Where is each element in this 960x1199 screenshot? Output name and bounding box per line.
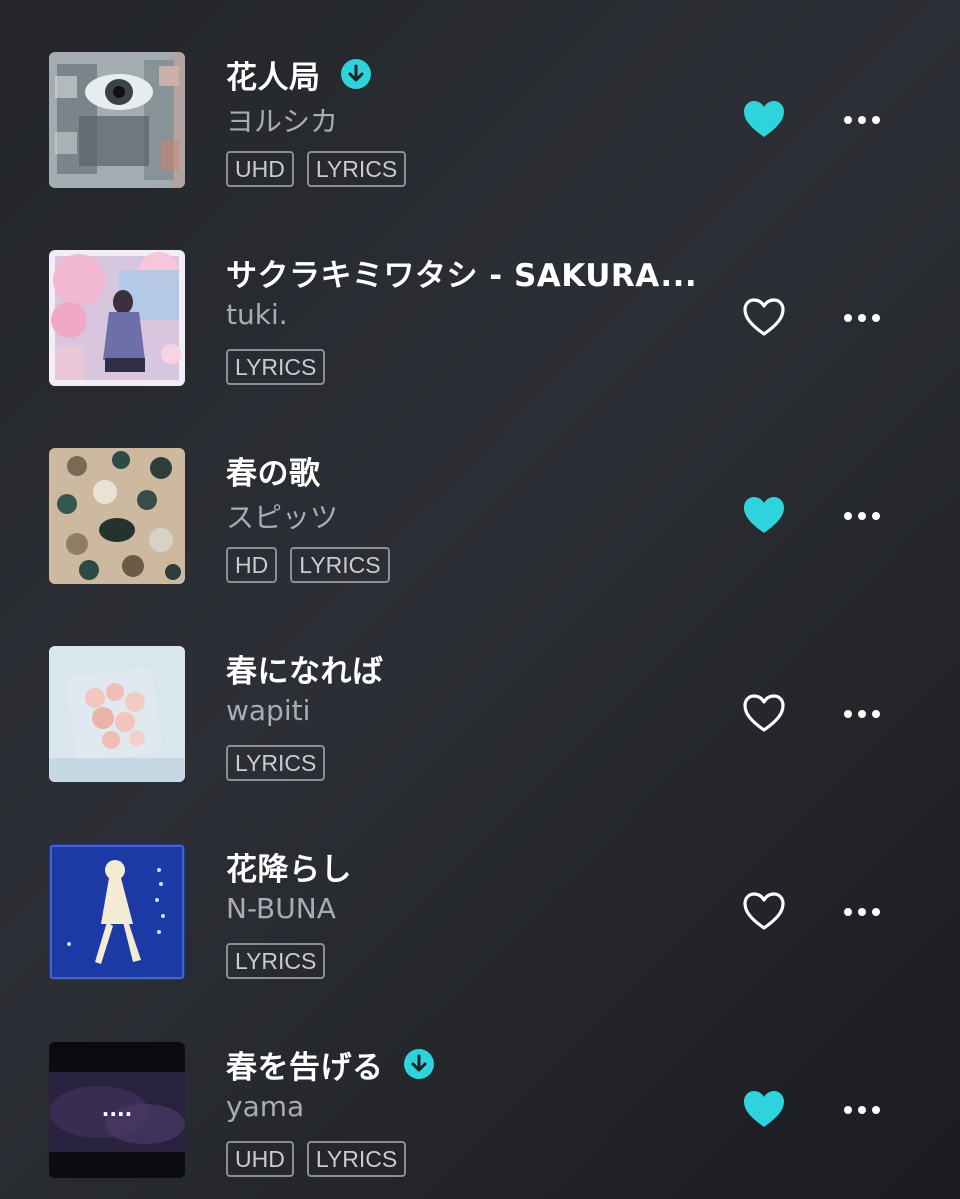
heart-outline-icon bbox=[743, 694, 785, 732]
track-list: 花人局 ヨルシカ UHD LYRICS サクラキミワタシ - SAKURA...… bbox=[0, 0, 960, 1199]
quality-badges: UHD LYRICS bbox=[226, 1141, 407, 1177]
album-art-overlay-text: .... bbox=[102, 1097, 132, 1121]
favorite-button[interactable] bbox=[741, 296, 787, 338]
track-title[interactable]: サクラキミワタシ - SAKURA... bbox=[226, 250, 697, 295]
track-artist[interactable]: N-BUNA bbox=[226, 892, 336, 925]
more-horizontal-icon bbox=[844, 314, 880, 322]
quality-badges: HD LYRICS bbox=[226, 547, 390, 583]
title-line: 春を告げる bbox=[226, 1042, 434, 1086]
track-artist[interactable]: yama bbox=[226, 1090, 304, 1123]
lyrics-badge: LYRICS bbox=[226, 943, 326, 979]
album-art-image bbox=[49, 646, 185, 782]
track-row[interactable]: .... 春を告げる yama UHD LYRICS bbox=[0, 990, 960, 1178]
more-horizontal-icon bbox=[844, 710, 880, 718]
lyrics-badge: LYRICS bbox=[226, 745, 326, 781]
album-art[interactable] bbox=[49, 844, 185, 980]
downloaded-icon bbox=[403, 1049, 434, 1079]
track-row[interactable]: 春になれば wapiti LYRICS bbox=[0, 594, 960, 782]
album-art-image bbox=[49, 844, 185, 980]
track-row[interactable]: 花人局 ヨルシカ UHD LYRICS bbox=[0, 0, 960, 188]
track-title[interactable]: 花降らし bbox=[226, 844, 352, 889]
more-options-button[interactable] bbox=[840, 300, 884, 336]
album-art[interactable] bbox=[49, 250, 185, 386]
heart-filled-icon bbox=[744, 101, 784, 137]
title-line: 花降らし bbox=[226, 844, 352, 888]
title-line: 春の歌 bbox=[226, 448, 321, 492]
more-options-button[interactable] bbox=[840, 498, 884, 534]
favorite-button[interactable] bbox=[741, 98, 787, 140]
quality-badges: UHD LYRICS bbox=[226, 151, 407, 187]
track-artist[interactable]: wapiti bbox=[226, 694, 310, 727]
more-horizontal-icon bbox=[844, 512, 880, 520]
heart-filled-icon bbox=[744, 1091, 784, 1127]
title-line: 春になれば bbox=[226, 646, 384, 690]
more-horizontal-icon bbox=[844, 1106, 880, 1114]
album-art-image bbox=[49, 250, 185, 386]
heart-outline-icon bbox=[743, 892, 785, 930]
album-art[interactable] bbox=[49, 52, 185, 188]
more-horizontal-icon bbox=[844, 116, 880, 124]
album-art-image bbox=[49, 448, 185, 584]
hd-badge: HD bbox=[226, 547, 278, 583]
track-title[interactable]: 春を告げる bbox=[226, 1042, 384, 1087]
album-art-image bbox=[49, 52, 185, 188]
quality-badges: LYRICS bbox=[226, 349, 326, 385]
album-art[interactable]: .... bbox=[49, 1042, 185, 1178]
title-line: 花人局 bbox=[226, 52, 371, 96]
lyrics-badge: LYRICS bbox=[306, 1141, 407, 1177]
uhd-badge: UHD bbox=[226, 151, 294, 187]
album-art-image: .... bbox=[49, 1042, 185, 1178]
favorite-button[interactable] bbox=[741, 494, 787, 536]
track-row[interactable]: 花降らし N-BUNA LYRICS bbox=[0, 792, 960, 980]
more-options-button[interactable] bbox=[840, 894, 884, 930]
album-art[interactable] bbox=[49, 646, 185, 782]
quality-badges: LYRICS bbox=[226, 745, 326, 781]
track-title[interactable]: 花人局 bbox=[226, 52, 321, 97]
more-options-button[interactable] bbox=[840, 102, 884, 138]
title-line: サクラキミワタシ - SAKURA... bbox=[226, 250, 697, 294]
downloaded-icon bbox=[340, 59, 371, 89]
lyrics-badge: LYRICS bbox=[306, 151, 407, 187]
track-artist[interactable]: スピッツ bbox=[226, 496, 338, 536]
lyrics-badge: LYRICS bbox=[290, 547, 390, 583]
favorite-button[interactable] bbox=[741, 692, 787, 734]
heart-filled-icon bbox=[744, 497, 784, 533]
track-artist[interactable]: ヨルシカ bbox=[226, 100, 338, 140]
album-art[interactable] bbox=[49, 448, 185, 584]
quality-badges: LYRICS bbox=[226, 943, 326, 979]
track-row[interactable]: サクラキミワタシ - SAKURA... tuki. LYRICS bbox=[0, 198, 960, 386]
uhd-badge: UHD bbox=[226, 1141, 294, 1177]
track-title[interactable]: 春になれば bbox=[226, 646, 384, 691]
favorite-button[interactable] bbox=[741, 890, 787, 932]
lyrics-badge: LYRICS bbox=[226, 349, 326, 385]
heart-outline-icon bbox=[743, 298, 785, 336]
track-title[interactable]: 春の歌 bbox=[226, 448, 321, 493]
track-artist[interactable]: tuki. bbox=[226, 298, 288, 331]
more-options-button[interactable] bbox=[840, 696, 884, 732]
favorite-button[interactable] bbox=[741, 1088, 787, 1130]
more-options-button[interactable] bbox=[840, 1092, 884, 1128]
track-row[interactable]: 春の歌 スピッツ HD LYRICS bbox=[0, 396, 960, 584]
more-horizontal-icon bbox=[844, 908, 880, 916]
